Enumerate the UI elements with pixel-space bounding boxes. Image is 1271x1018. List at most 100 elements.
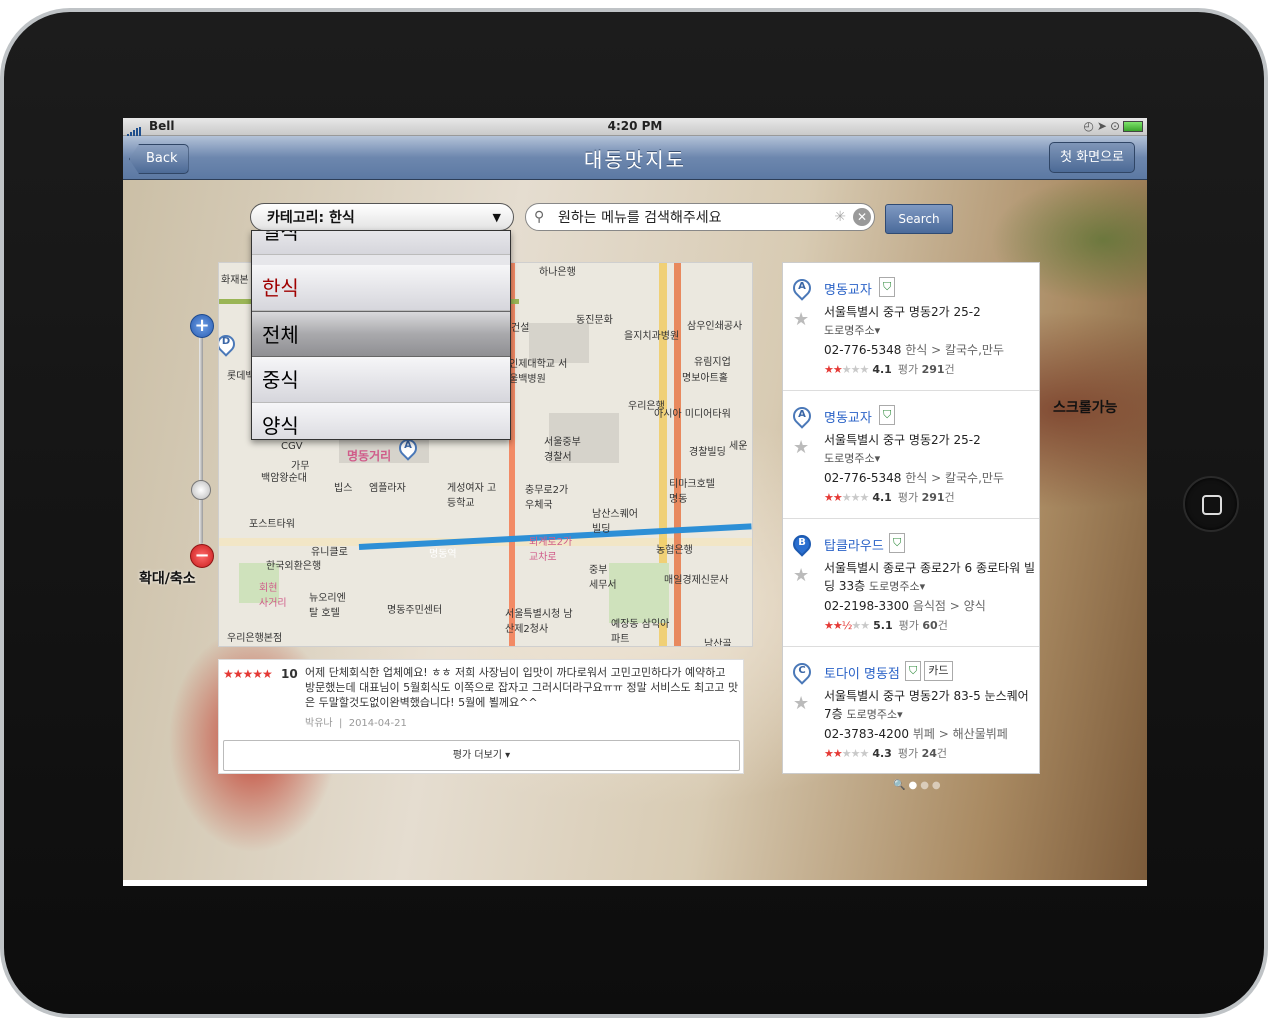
home-square-icon xyxy=(1202,495,1222,515)
review-text: 어제 단체회식한 업체예요! ㅎㅎ 저희 사장님이 입맛이 까다로워서 고민고민… xyxy=(305,666,739,709)
list-item[interactable]: C ★ 토다이 명동점 ⛉ 카드 서울특별시 중구 명동2가 83-5 눈스퀘어 … xyxy=(783,647,1039,773)
map-label: 건설 xyxy=(511,323,530,334)
zoom-in-icon[interactable]: + xyxy=(190,314,214,338)
star-icon[interactable]: ★ xyxy=(793,565,809,586)
zoom-label: 확대/축소 xyxy=(139,571,196,587)
restaurant-address: 서울특별시 중구 명동2가 25-2 도로명주소▾ xyxy=(824,305,981,337)
category-picker[interactable]: 일식 한식 전체 중식 양식 xyxy=(251,230,511,440)
status-time: 4:20 PM xyxy=(607,119,663,133)
map-label: 유림지업 xyxy=(694,357,731,368)
map-label: 예장동 삼익아파트 xyxy=(611,619,670,645)
restaurant-name[interactable]: 탑클라우드 xyxy=(824,535,884,554)
picker-option[interactable]: 일식 xyxy=(252,231,510,255)
map-label: 유니클로 xyxy=(311,547,348,558)
map-label: 충무로2가 우체국 xyxy=(525,485,569,511)
restaurant-rating: ★★★★★ 4.3 평가 24건 xyxy=(824,747,948,760)
restaurant-phone-category: 02-776-5348 한식 > 칼국수,만두 xyxy=(824,343,1004,357)
home-screen-button[interactable]: 첫 화면으로 xyxy=(1049,142,1135,173)
map-label: 매일경제신문사 xyxy=(664,575,729,586)
review-panel: ★★★★★ 10 어제 단체회식한 업체예요! ㅎㅎ 저희 사장님이 입맛이 까… xyxy=(218,659,744,774)
location-icon: ➤ xyxy=(1096,119,1110,133)
map-label: 중부 세무서 xyxy=(589,565,617,591)
map-marker-letter: D xyxy=(221,336,231,347)
zoom-out-icon[interactable]: − xyxy=(190,544,214,568)
map-marker-letter: A xyxy=(404,440,412,451)
star-icon[interactable]: ★ xyxy=(793,437,809,458)
picker-option[interactable]: 양식 xyxy=(252,403,510,439)
review-date: 2014-04-21 xyxy=(348,718,407,729)
clear-icon[interactable]: ✕ xyxy=(853,208,871,226)
picker-option-selected[interactable]: 한식 xyxy=(252,265,510,311)
map-label: 게성여자 고등학교 xyxy=(447,483,497,509)
road-address-toggle[interactable]: 도로명주소▾ xyxy=(869,580,925,593)
restaurant-phone-category: 02-776-5348 한식 > 칼국수,만두 xyxy=(824,471,1004,485)
home-button[interactable] xyxy=(1183,476,1239,532)
picker-option[interactable]: 전체 xyxy=(252,311,510,357)
search-input[interactable] xyxy=(556,206,820,230)
restaurant-address: 서울특별시 중구 명동2가 25-2 도로명주소▾ xyxy=(824,433,981,465)
search-field[interactable]: ⚲ ✳ ✕ xyxy=(525,203,875,231)
marker-pin-icon: C xyxy=(789,659,815,685)
bottom-strip xyxy=(123,880,1147,886)
map-label: 퇴계로2가 교차로 xyxy=(529,537,573,563)
list-item[interactable]: A ★ 명동교자 ⛉ 서울특별시 중구 명동2가 25-2 도로명주소▾ 02-7… xyxy=(783,263,1039,391)
road-address-toggle[interactable]: 도로명주소▾ xyxy=(824,324,880,337)
map-label: 아시아 미디어타워 xyxy=(654,409,731,420)
restaurant-rating: ★★★★★ 4.1 평가 291건 xyxy=(824,491,955,504)
screen: Bell 4:20 PM ◴➤⊙ Back 대동맛지도 첫 화면으로 하나은행 … xyxy=(123,118,1147,886)
map-marker[interactable]: D xyxy=(219,331,239,357)
map-label: 남산스퀘어 빌딩 xyxy=(592,509,638,535)
status-icons: ◴➤⊙ xyxy=(1083,119,1143,133)
road-address-toggle[interactable]: 도로명주소▾ xyxy=(847,708,903,721)
chevron-down-icon: ▼ xyxy=(492,211,501,224)
search-button[interactable]: Search xyxy=(885,204,953,234)
zoom-slider-track[interactable] xyxy=(199,330,203,544)
category-select[interactable]: 카테고리: 한식 ▼ xyxy=(250,203,514,231)
page-indicator[interactable]: 🔍●●● xyxy=(893,780,944,791)
restaurant-name[interactable]: 토다이 명동점 xyxy=(824,663,900,682)
map-label: 삼우인쇄공사 xyxy=(687,321,743,332)
restaurant-name[interactable]: 명동교자 xyxy=(824,279,872,298)
map-label: CGV xyxy=(281,441,303,452)
map-label: 인제대학교 서울백병원 xyxy=(509,359,568,385)
map-label: 세운 xyxy=(729,441,748,452)
map-label: 화재본 xyxy=(221,275,249,286)
road-address-toggle[interactable]: 도로명주소▾ xyxy=(824,452,880,465)
category-select-label: 카테고리: 한식 xyxy=(267,210,355,226)
map-label: 엠플라자 xyxy=(369,483,406,494)
map-label: 포스트타워 xyxy=(249,519,295,530)
restaurant-rating: ★★½★★ 5.1 평가 60건 xyxy=(824,619,948,632)
restaurant-address: 서울특별시 종로구 종로2가 6 종로타워 빌딩 33층 도로명주소▾ xyxy=(824,561,1035,593)
restaurant-name[interactable]: 명동교자 xyxy=(824,407,872,426)
marker-pin-icon: B xyxy=(789,531,815,557)
search-page-icon: 🔍 xyxy=(893,780,909,791)
map-label: 명동역 xyxy=(429,549,457,560)
picker-option[interactable]: 중식 xyxy=(252,357,510,403)
search-icon: ⚲ xyxy=(534,209,545,225)
map-label: 동진문화 xyxy=(576,315,613,326)
rotation-lock-icon: ⊙ xyxy=(1109,119,1123,133)
list-item[interactable]: B ★ 탑클라우드 ⛉ 서울특별시 종로구 종로2가 6 종로타워 빌딩 33층… xyxy=(783,519,1039,647)
map-label: 뉴오리엔탈 호텔 xyxy=(309,593,346,619)
restaurant-phone-category: 02-2198-3300 음식점 > 양식 xyxy=(824,599,986,613)
status-bar: Bell 4:20 PM ◴➤⊙ xyxy=(123,118,1147,137)
map-label: 명동주민센터 xyxy=(387,605,443,616)
map-marker[interactable]: A xyxy=(395,435,421,461)
map-label: 명보아트홀 xyxy=(682,373,728,384)
map-label: 한국외환은행 xyxy=(266,561,322,572)
alarm-icon: ◴ xyxy=(1083,119,1097,133)
map-label-street: 명동거리 xyxy=(347,449,392,463)
results-list[interactable]: A ★ 명동교자 ⛉ 서울특별시 중구 명동2가 25-2 도로명주소▾ 02-7… xyxy=(782,262,1040,774)
more-reviews-button[interactable]: 평가 더보기 ▾ xyxy=(223,740,740,771)
discount-badge: ⛉ xyxy=(879,277,896,297)
list-item[interactable]: A ★ 명동교자 ⛉ 서울특별시 중구 명동2가 25-2 도로명주소▾ 02-7… xyxy=(783,391,1039,519)
map-label: 경찰빌딩 xyxy=(689,447,726,458)
zoom-slider-handle[interactable] xyxy=(191,480,211,500)
discount-badge: ⛉ xyxy=(905,661,922,681)
star-icon[interactable]: ★ xyxy=(793,693,809,714)
loading-spinner-icon: ✳ xyxy=(834,209,846,225)
badge-group: ⛉ 카드 xyxy=(905,661,956,681)
star-icon[interactable]: ★ xyxy=(793,309,809,330)
badge-group: ⛉ xyxy=(889,533,908,553)
map-label: 서울특별시청 남산제2청사 xyxy=(505,609,573,635)
